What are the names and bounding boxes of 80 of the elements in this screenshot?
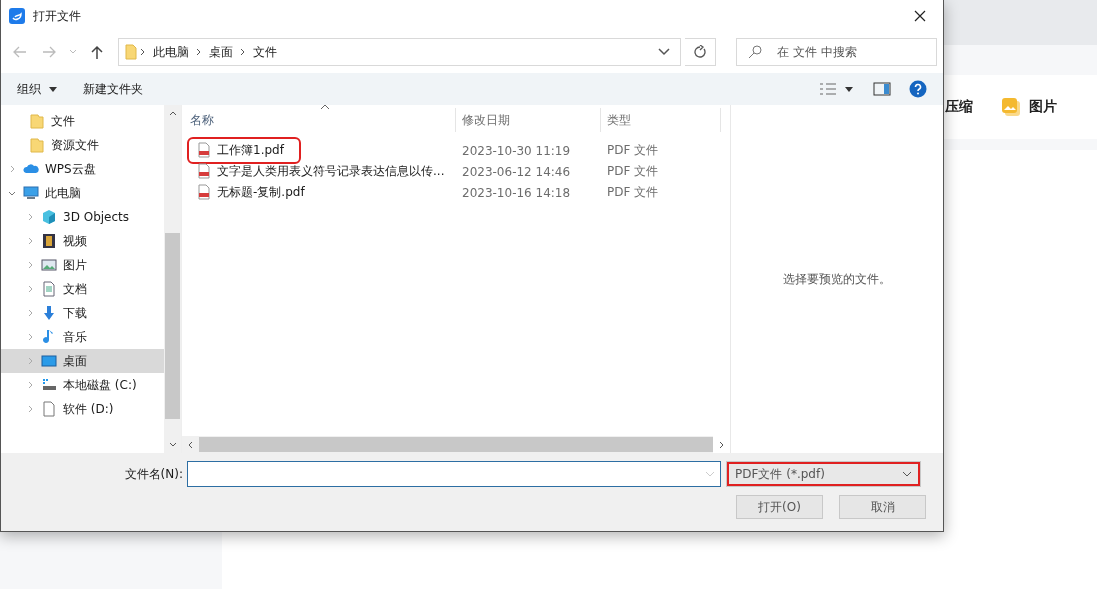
chevron-icon xyxy=(238,48,247,56)
organize-button[interactable]: 组织 xyxy=(7,76,67,102)
sidebar-item[interactable]: 资源文件 xyxy=(1,133,164,157)
search-field[interactable]: 在 文件 中搜索 xyxy=(736,38,937,66)
pane-icon xyxy=(873,82,891,96)
desktop-icon xyxy=(41,353,57,369)
preview-message: 选择要预览的文件。 xyxy=(783,270,891,288)
sidebar-item[interactable]: 视频 xyxy=(1,229,164,253)
sidebar-item[interactable]: 软件 (D:) xyxy=(1,397,164,421)
pdf-file-icon xyxy=(196,163,212,180)
blank-page-icon xyxy=(41,401,57,417)
picture-icon xyxy=(41,257,57,273)
sidebar-item[interactable]: 桌面 xyxy=(1,349,164,373)
filename-field[interactable] xyxy=(187,461,721,487)
tool-label[interactable]: 压缩 xyxy=(945,98,973,116)
file-name[interactable]: 无标题-复制.pdf xyxy=(190,181,319,203)
up-arrow-icon xyxy=(90,45,103,59)
open-button[interactable]: 打开(O) xyxy=(736,495,823,519)
app-icon xyxy=(9,8,25,24)
sidebar-item[interactable]: 文档 xyxy=(1,277,164,301)
drive-icon xyxy=(41,377,57,393)
document-icon xyxy=(41,281,57,297)
sidebar-item[interactable]: 文件 xyxy=(1,109,164,133)
refresh-button[interactable] xyxy=(685,38,716,66)
file-name[interactable]: 文字是人类用表义符号记录表达信息以传... xyxy=(190,160,459,182)
scroll-down-icon[interactable] xyxy=(168,442,177,447)
column-header[interactable]: 名称 xyxy=(182,108,456,132)
computer-icon xyxy=(23,185,39,201)
chevron-icon xyxy=(194,48,203,56)
caret-icon xyxy=(49,86,57,92)
chevron-down-icon xyxy=(902,471,912,477)
pdf-file-icon xyxy=(196,184,212,201)
vertical-scrollbar[interactable] xyxy=(164,105,181,453)
sidebar-item[interactable]: WPS云盘 xyxy=(1,157,164,181)
scroll-up-icon[interactable] xyxy=(168,111,177,116)
file-type: PDF 文件 xyxy=(606,142,660,159)
filename-label: 文件名(N): xyxy=(123,465,184,483)
breadcrumb[interactable]: 此电脑 xyxy=(152,43,189,61)
film-icon xyxy=(41,233,57,249)
new-folder-button[interactable]: 新建文件夹 xyxy=(73,76,153,102)
scroll-right-icon[interactable] xyxy=(719,440,724,449)
chevron-icon xyxy=(138,48,147,56)
forward-arrow-icon xyxy=(42,46,57,58)
file-type: PDF 文件 xyxy=(606,163,660,180)
close-icon xyxy=(914,10,926,22)
address-bar[interactable]: 此电脑 桌面 文件 xyxy=(117,38,682,66)
pdf-file-icon xyxy=(196,142,212,159)
sidebar-item[interactable]: 音乐 xyxy=(1,325,164,349)
help-icon xyxy=(909,80,927,98)
folder-icon xyxy=(29,137,45,153)
column-header[interactable]: 类型 xyxy=(601,108,721,132)
column-header[interactable]: 修改日期 xyxy=(456,108,601,132)
download-arrow-icon xyxy=(41,305,57,321)
file-type-dropdown[interactable]: PDF文件 (*.pdf) xyxy=(726,461,921,487)
back-arrow-icon xyxy=(12,46,27,58)
list-view-icon xyxy=(819,82,855,96)
breadcrumb[interactable]: 文件 xyxy=(252,43,277,61)
sidebar-item[interactable]: 本地磁盘 (C:) xyxy=(1,373,164,397)
sidebar-item[interactable]: 此电脑 xyxy=(1,181,164,205)
modified-date: 2023-06-12 14:46 xyxy=(461,164,572,179)
window-title: 打开文件 xyxy=(33,7,82,25)
folder-icon xyxy=(29,113,45,129)
scroll-left-icon[interactable] xyxy=(188,440,193,449)
chevron-down-icon[interactable] xyxy=(658,48,671,56)
sidebar-item[interactable]: 图片 xyxy=(1,253,164,277)
refresh-icon xyxy=(693,45,708,59)
sidebar-item[interactable]: 3D Objects xyxy=(1,205,164,229)
search-icon xyxy=(748,45,762,59)
tool-label[interactable]: 图片 xyxy=(1029,98,1057,116)
cancel-button[interactable]: 取消 xyxy=(839,495,926,519)
file-type: PDF 文件 xyxy=(606,184,660,201)
sidebar-item[interactable]: 下载 xyxy=(1,301,164,325)
horizontal-scrollbar[interactable] xyxy=(182,436,730,453)
chevron-down-icon xyxy=(69,49,78,55)
file-name[interactable]: 工作簿1.pdf xyxy=(190,139,298,161)
breadcrumb[interactable]: 桌面 xyxy=(208,43,233,61)
cube-icon xyxy=(41,209,57,225)
image-icon xyxy=(1001,97,1021,117)
modified-date: 2023-10-16 14:18 xyxy=(461,185,572,200)
modified-date: 2023-10-30 11:19 xyxy=(461,143,572,158)
